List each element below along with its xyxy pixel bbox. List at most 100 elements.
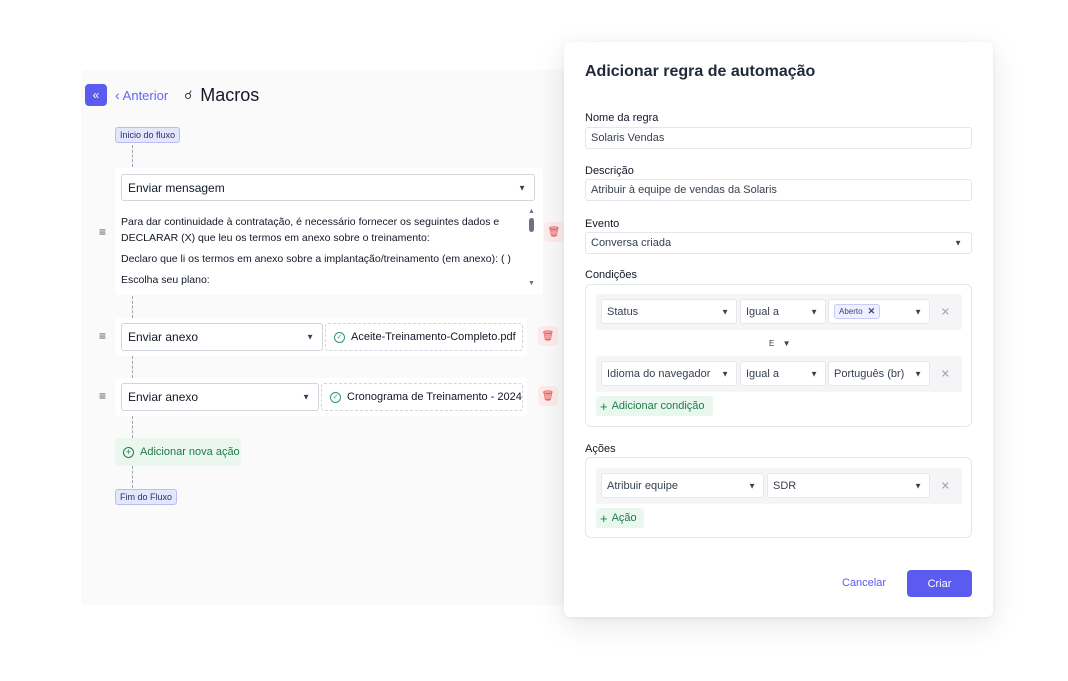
collapse-sidebar-button[interactable]: « [85, 84, 107, 106]
condition-row: Status ▼ Igual a ▼ Aberto ✕ ▼ ✕ [596, 294, 962, 330]
trash-icon: 🗑 [541, 330, 555, 342]
app-stage: « ‹ Anterior ☌ Macros Inicio do fluxo ≡ … [0, 0, 1068, 681]
add-condition-button[interactable]: + Adicionar condição [596, 396, 713, 416]
step-type-select[interactable]: Enviar mensagem ▼ [121, 174, 535, 201]
page-title: Macros [200, 84, 260, 105]
back-link[interactable]: ‹ Anterior [115, 87, 168, 103]
add-action-rule-label: Ação [611, 512, 637, 524]
scrollbar-thumb[interactable] [529, 218, 534, 232]
delete-step-button[interactable]: 🗑 [538, 386, 558, 406]
message-line: DECLARAR (X) que leu os termos em anexo … [121, 232, 430, 244]
trash-icon: 🗑 [541, 390, 555, 402]
drag-handle-icon[interactable]: ≡ [99, 225, 106, 239]
caret-down-icon: ▼ [306, 332, 314, 342]
macros-header: « ‹ Anterior ☌ Macros [85, 84, 259, 106]
attachment-file[interactable]: ✓ Cronograma de Treinamento - 2024... [321, 383, 523, 411]
condition-operator-select[interactable]: Igual a ▼ [740, 361, 826, 386]
condition-operator-value: Igual a [746, 305, 780, 318]
drag-handle-icon[interactable]: ≡ [99, 329, 106, 343]
chevron-left-icon: ‹ [115, 87, 120, 103]
chip-label: Aberto [839, 307, 863, 316]
add-action-label: Adicionar nova ação [140, 446, 240, 458]
event-label: Evento [585, 218, 620, 230]
condition-operator-select[interactable]: Igual a ▼ [740, 299, 826, 324]
step-type-value: Enviar anexo [128, 390, 199, 404]
delete-step-button[interactable]: 🗑 [538, 326, 558, 346]
message-line: Para dar continuidade à contratação, é n… [121, 216, 500, 228]
step-card-attachment: Enviar anexo ▼ ✓ Cronograma de Treinamen… [115, 378, 527, 416]
conditions-label: Condições [585, 269, 637, 281]
remove-action-icon[interactable]: ✕ [941, 480, 950, 493]
drag-handle-icon[interactable]: ≡ [99, 389, 106, 403]
plus-icon: + [600, 398, 608, 414]
flow-start-tag: Inicio do fluxo [115, 127, 181, 143]
caret-down-icon: ▼ [748, 481, 756, 490]
check-circle-icon: ✓ [334, 331, 345, 343]
plus-circle-icon: + [123, 446, 134, 458]
scroll-up-icon[interactable]: ▲ [528, 208, 535, 215]
condition-field-select[interactable]: Idioma do navegador ▼ [601, 361, 737, 386]
message-line: Escolha seu plano: [121, 274, 210, 286]
description-input[interactable]: Atribuir à equipe de vendas da Solaris [585, 179, 972, 201]
macro-icon: ☌ [184, 88, 193, 102]
action-type-value: Atribuir equipe [607, 479, 678, 492]
condition-value-value: Português (br) [834, 367, 905, 380]
step-type-select[interactable]: Enviar anexo ▼ [121, 323, 323, 351]
action-type-select[interactable]: Atribuir equipe ▼ [601, 473, 764, 498]
cancel-button[interactable]: Cancelar [842, 577, 886, 589]
remove-condition-icon[interactable]: ✕ [941, 306, 950, 319]
condition-operator-value: Igual a [746, 367, 780, 380]
attachment-file[interactable]: ✓ Aceite-Treinamento-Completo.pdf [325, 323, 523, 351]
condition-value-select[interactable]: Aberto ✕ ▼ [828, 299, 930, 324]
description-label: Descrição [585, 165, 634, 177]
action-value-value: SDR [773, 479, 797, 492]
flow-connector [132, 145, 133, 167]
add-action-button[interactable]: + Adicionar nova ação [115, 438, 241, 466]
create-button[interactable]: Criar [907, 570, 972, 597]
message-line: Declaro que li os termos em anexo sobre … [121, 253, 511, 265]
modal-title: Adicionar regra de automação [585, 63, 816, 80]
check-circle-icon: ✓ [330, 391, 341, 403]
rule-name-label: Nome da regra [585, 112, 659, 124]
description-value: Atribuir à equipe de vendas da Solaris [591, 184, 777, 196]
caret-down-icon: ▼ [914, 481, 922, 490]
event-value: Conversa criada [591, 237, 672, 249]
conjunction-value: E [769, 339, 775, 348]
status-chip: Aberto ✕ [834, 304, 881, 319]
flow-end-tag: Fim do Fluxo [115, 489, 178, 505]
step-type-select[interactable]: Enviar anexo ▼ [121, 383, 319, 411]
attachment-filename: Aceite-Treinamento-Completo.pdf [351, 331, 516, 343]
remove-condition-icon[interactable]: ✕ [941, 368, 950, 381]
flow-connector [132, 296, 133, 318]
caret-down-icon: ▼ [302, 392, 310, 402]
create-button-label: Criar [927, 577, 952, 590]
add-action-rule-button[interactable]: + Ação [596, 508, 644, 528]
conditions-group: Status ▼ Igual a ▼ Aberto ✕ ▼ ✕ E ▼ Idio… [585, 284, 972, 427]
macros-panel: « ‹ Anterior ☌ Macros Inicio do fluxo ≡ … [81, 70, 581, 605]
rule-name-input[interactable]: Solaris Vendas [585, 127, 972, 149]
delete-step-button[interactable]: 🗑 [544, 222, 564, 242]
remove-chip-icon[interactable]: ✕ [868, 306, 876, 317]
scroll-down-icon[interactable]: ▼ [528, 280, 535, 287]
flow-connector [132, 356, 133, 378]
condition-value-select[interactable]: Português (br) ▼ [828, 361, 930, 386]
actions-group: Atribuir equipe ▼ SDR ▼ ✕ + Ação [585, 457, 972, 538]
action-value-select[interactable]: SDR ▼ [767, 473, 930, 498]
caret-down-icon: ▼ [914, 369, 922, 378]
event-select[interactable]: Conversa criada ▼ [585, 232, 972, 254]
rule-name-value: Solaris Vendas [591, 132, 665, 144]
flow-connector [132, 466, 133, 488]
trash-icon: 🗑 [547, 226, 561, 238]
action-row: Atribuir equipe ▼ SDR ▼ ✕ [596, 468, 962, 504]
message-textarea[interactable]: Para dar continuidade à contratação, é n… [121, 214, 521, 288]
add-condition-label: Adicionar condição [611, 400, 705, 412]
condition-row: Idioma do navegador ▼ Igual a ▼ Portuguê… [596, 356, 962, 392]
step-type-value: Enviar anexo [128, 330, 199, 344]
flow-connector [132, 416, 133, 438]
caret-down-icon: ▼ [810, 369, 818, 378]
caret-down-icon: ▼ [518, 183, 526, 192]
condition-field-select[interactable]: Status ▼ [601, 299, 737, 324]
conjunction-select[interactable]: E ▼ [769, 339, 791, 348]
actions-label: Ações [585, 443, 616, 455]
step-card-message: Enviar mensagem ▼ Para dar continuidade … [115, 168, 543, 295]
